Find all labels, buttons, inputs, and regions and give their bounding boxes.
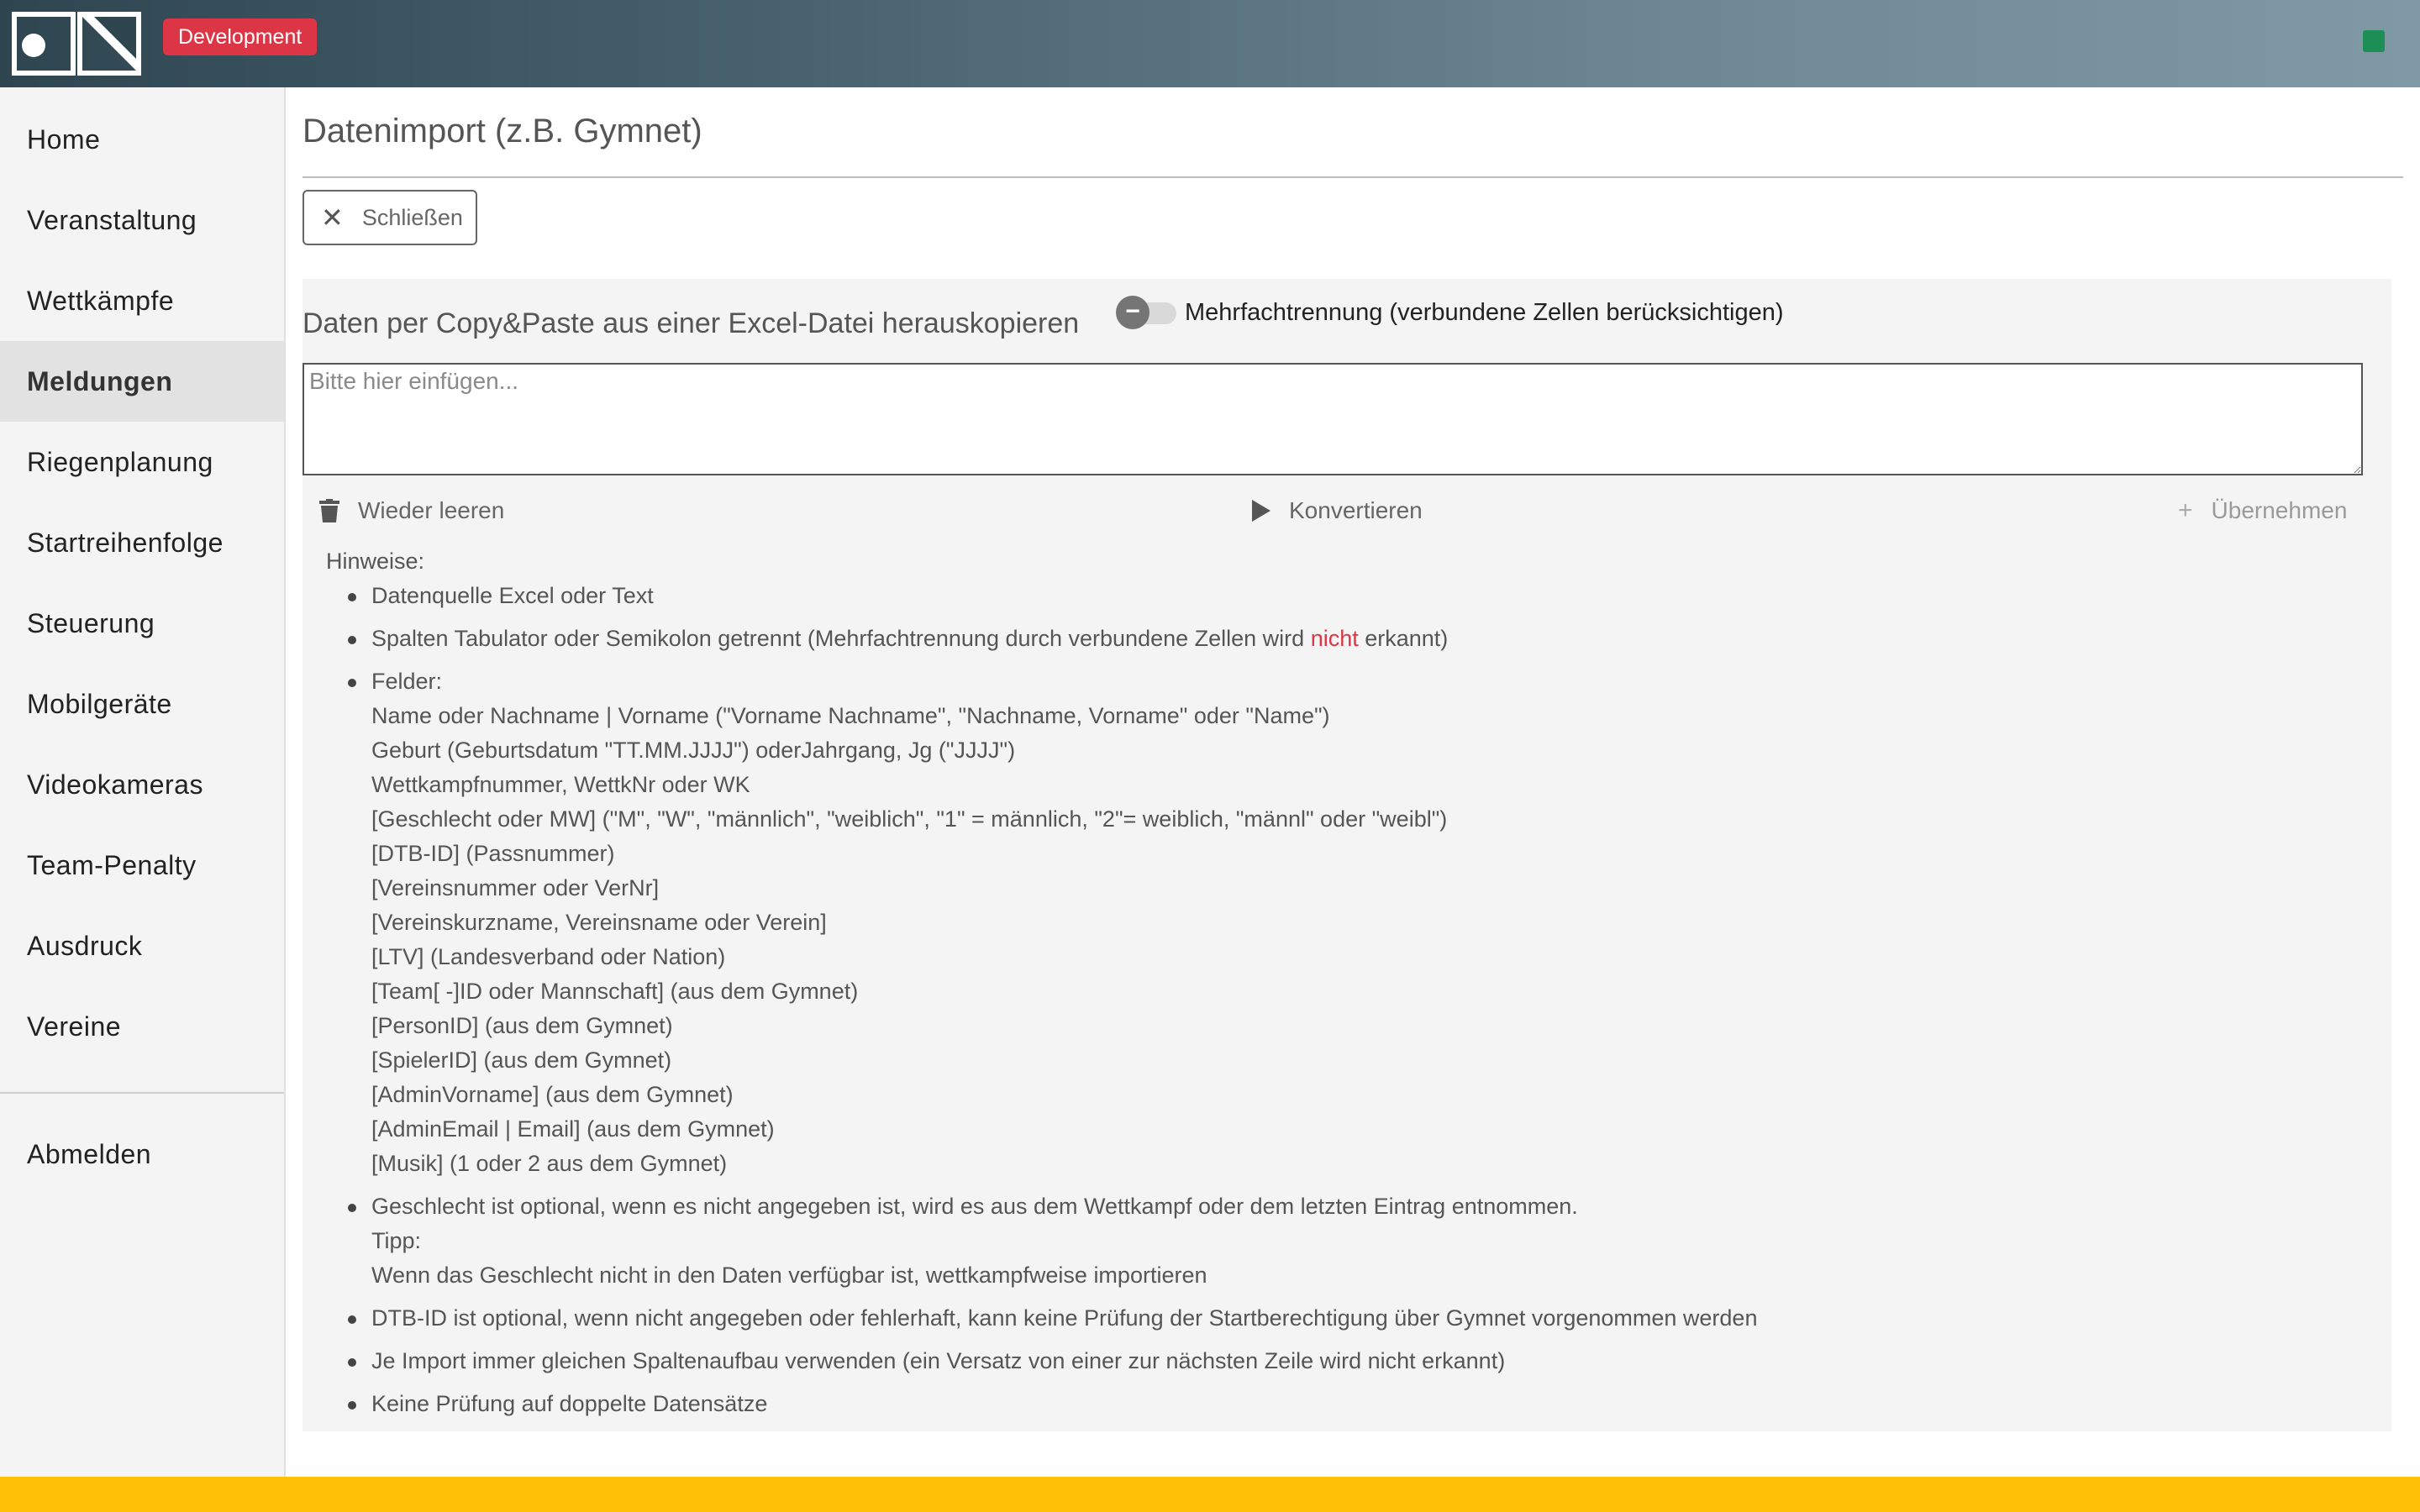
list-item: Datenquelle Excel oder Text (348, 579, 2360, 613)
title-divider (302, 176, 2403, 178)
list-item: Keine Prüfung auf doppelte Datensätze (348, 1387, 2360, 1421)
sidebar-item-riegenplanung[interactable]: Riegenplanung (0, 422, 284, 502)
sidebar-item-wettkaempfe[interactable]: Wettkämpfe (0, 260, 284, 341)
list-item: Geschlecht ist optional, wenn es nicht a… (348, 1189, 2360, 1293)
app-logo-icon[interactable] (12, 12, 141, 76)
field-line: Geburt (Geburtsdatum "TT.MM.JJJJ") oderJ… (371, 738, 1016, 763)
sidebar-item-ausdruck[interactable]: Ausdruck (0, 906, 284, 986)
sidebar-item-mobilgeraete[interactable]: Mobilgeräte (0, 664, 284, 744)
field-line: [Vereinsnummer oder VerNr] (371, 875, 660, 900)
hints-list: Datenquelle Excel oder Text Spalten Tabu… (348, 579, 2360, 1421)
sidebar-item-meldungen[interactable]: Meldungen (0, 341, 284, 422)
tip-text: Wenn das Geschlecht nicht in den Daten v… (371, 1263, 1207, 1288)
environment-badge: Development (163, 18, 318, 55)
close-button-label: Schließen (361, 204, 463, 230)
hint-text: Datenquelle Excel oder Text (371, 583, 654, 608)
close-icon: ✕ (321, 202, 344, 233)
play-icon (1252, 500, 1270, 522)
trash-icon (319, 499, 339, 522)
hint-warning-text: nicht (1310, 626, 1359, 651)
multi-separation-label: Mehrfachtrennung (verbundene Zellen berü… (1185, 299, 1784, 326)
plus-icon: + (2178, 496, 2193, 524)
sidebar-item-veranstaltung[interactable]: Veranstaltung (0, 180, 284, 260)
paste-input[interactable] (302, 363, 2363, 475)
footer-status-bar (0, 1477, 2420, 1512)
field-line: Wettkampfnummer, WettkNr oder WK (371, 772, 750, 797)
hint-text: erkannt) (1358, 626, 1449, 651)
list-item: Je Import immer gleichen Spaltenaufbau v… (348, 1344, 2360, 1378)
hint-text: DTB-ID ist optional, wenn nicht angegebe… (371, 1305, 1758, 1331)
connection-status-indicator (2363, 30, 2385, 52)
import-panel: Daten per Copy&Paste aus einer Excel-Dat… (302, 279, 2391, 1431)
page-title: Datenimport (z.B. Gymnet) (302, 113, 702, 150)
field-line: [AdminVorname] (aus dem Gymnet) (371, 1082, 734, 1107)
convert-button[interactable]: Konvertieren (1252, 494, 1423, 528)
convert-button-label: Konvertieren (1289, 497, 1423, 523)
sidebar-item-vereine[interactable]: Vereine (0, 986, 284, 1067)
field-line: [AdminEmail | Email] (aus dem Gymnet) (371, 1116, 775, 1142)
sidebar-item-home[interactable]: Home (0, 99, 284, 180)
field-line: [PersonID] (aus dem Gymnet) (371, 1013, 673, 1038)
hint-text: Keine Prüfung auf doppelte Datensätze (371, 1391, 768, 1416)
field-line: [Vereinskurzname, Vereinsname oder Verei… (371, 910, 827, 935)
sidebar: Home Veranstaltung Wettkämpfe Meldungen … (0, 87, 286, 1477)
sidebar-item-startreihenfolge[interactable]: Startreihenfolge (0, 502, 284, 583)
apply-button[interactable]: + Übernehmen (2178, 494, 2347, 528)
sidebar-item-team-penalty[interactable]: Team-Penalty (0, 825, 284, 906)
list-item: Spalten Tabulator oder Semikolon getrenn… (348, 622, 2360, 656)
field-line: [Team[ -]ID oder Mannschaft] (aus dem Gy… (371, 979, 859, 1004)
field-line: [Geschlecht oder MW] ("M", "W", "männlic… (371, 806, 1448, 832)
clear-button-label: Wieder leeren (358, 497, 505, 523)
sidebar-item-videokameras[interactable]: Videokameras (0, 744, 284, 825)
sidebar-divider (0, 1092, 284, 1094)
apply-button-label: Übernehmen (2211, 497, 2348, 523)
field-line: [SpielerID] (aus dem Gymnet) (371, 1047, 672, 1073)
hint-text: Geschlecht ist optional, wenn es nicht a… (371, 1194, 1578, 1219)
clear-button[interactable]: Wieder leeren (319, 494, 504, 528)
main-content: Datenimport (z.B. Gymnet) ✕ Schließen Da… (286, 87, 2420, 1477)
field-line: [DTB-ID] (Passnummer) (371, 841, 615, 866)
hint-text: Spalten Tabulator oder Semikolon getrenn… (371, 626, 1311, 651)
sidebar-item-abmelden[interactable]: Abmelden (0, 1114, 284, 1194)
list-item: DTB-ID ist optional, wenn nicht angegebe… (348, 1301, 2360, 1336)
hints-title: Hinweise: (326, 549, 425, 574)
sidebar-item-steuerung[interactable]: Steuerung (0, 583, 284, 664)
app-header: Development (0, 0, 2420, 87)
multi-separation-toggle[interactable]: − (1116, 296, 1176, 329)
tip-title: Tipp: (371, 1228, 422, 1253)
list-item: Felder: Name oder Nachname | Vorname ("V… (348, 664, 2360, 1181)
field-line: [LTV] (Landesverband oder Nation) (371, 944, 726, 969)
field-line: [Musik] (1 oder 2 aus dem Gymnet) (371, 1151, 728, 1176)
hints-section: Hinweise: Datenquelle Excel oder Text Sp… (326, 544, 2360, 1430)
hint-text: Je Import immer gleichen Spaltenaufbau v… (371, 1348, 1506, 1373)
fields-title: Felder: (371, 669, 443, 694)
close-button[interactable]: ✕ Schließen (302, 190, 477, 245)
field-line: Name oder Nachname | Vorname ("Vorname N… (371, 703, 1330, 728)
minus-icon: − (1116, 296, 1150, 329)
panel-heading: Daten per Copy&Paste aus einer Excel-Dat… (302, 307, 1080, 339)
